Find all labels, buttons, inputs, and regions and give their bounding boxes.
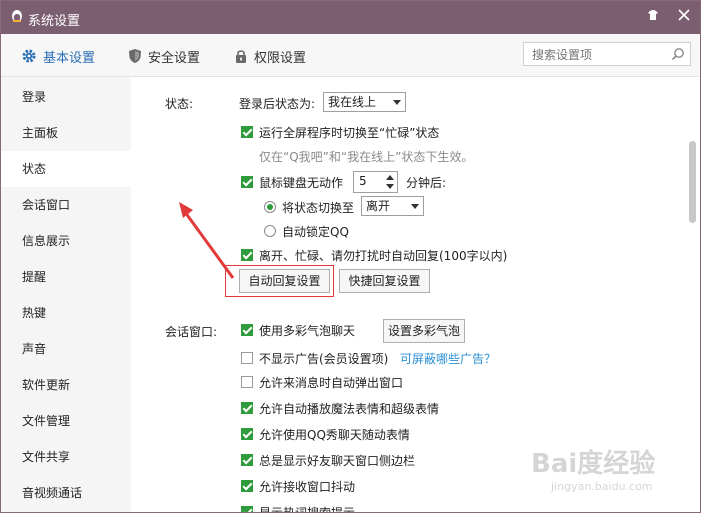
option-label: 允许接收窗口抖动: [259, 480, 356, 494]
tab-security-settings[interactable]: 安全设置: [128, 46, 200, 66]
skin-icon[interactable]: [643, 8, 663, 26]
sidebar-item-main-panel[interactable]: 主面板: [1, 115, 131, 151]
option-label: 使用多彩气泡聊天: [259, 324, 356, 338]
blockable-ads-link[interactable]: 可屏蔽哪些广告？: [400, 350, 496, 367]
highlight-box: [225, 265, 334, 297]
option-checkbox[interactable]: [241, 402, 253, 414]
content-scrollbar[interactable]: [686, 77, 700, 512]
bubble-settings-button[interactable]: 设置多彩气泡: [383, 319, 465, 343]
watermark: Bai度经验 jingyan.baidu.com: [531, 443, 655, 493]
idle-prefix-label: 鼠标键盘无动作: [259, 176, 344, 190]
switch-status-radio[interactable]: [264, 201, 276, 213]
sidebar-item-reminder[interactable]: 提醒: [1, 259, 131, 295]
login-status-select[interactable]: 我在线上: [323, 92, 406, 112]
sidebar-item-status[interactable]: 状态: [1, 151, 131, 187]
idle-minutes-value: 5: [359, 174, 367, 188]
quick-reply-settings-button[interactable]: 快捷回复设置: [339, 269, 430, 293]
option-checkbox[interactable]: [241, 428, 253, 440]
option-checkbox[interactable]: [241, 352, 253, 364]
sidebar-item-software-update[interactable]: 软件更新: [1, 367, 131, 403]
tab-permission-settings[interactable]: 权限设置: [234, 46, 306, 66]
watermark-logo: Bai度经验: [531, 449, 656, 479]
switch-status-value: 离开: [366, 199, 391, 213]
auto-reply-label: 离开、忙碌、请勿打扰时自动回复(100字以内): [259, 249, 508, 263]
auto-reply-checkbox[interactable]: [241, 249, 253, 261]
option-label: 显示热词搜索提示: [259, 506, 356, 513]
settings-sidebar: 登录 主面板 状态 会话窗口 信息展示 提醒 热键 声音 软件更新 文件管理 文…: [1, 77, 131, 512]
search-box[interactable]: [523, 42, 691, 66]
close-button[interactable]: [674, 8, 694, 26]
sidebar-item-info-display[interactable]: 信息展示: [1, 223, 131, 259]
scrollbar-thumb[interactable]: [689, 141, 696, 223]
fullscreen-busy-label: 运行全屏程序时切换至“忙碌”状态: [259, 126, 440, 140]
window-title: 系统设置: [28, 14, 81, 29]
search-input[interactable]: [530, 46, 664, 64]
tab-label: 权限设置: [254, 50, 307, 66]
chevron-down-icon: [411, 204, 419, 209]
status-section-label: 状态:: [165, 97, 194, 111]
tab-label: 安全设置: [148, 50, 201, 66]
option-checkbox[interactable]: [241, 454, 253, 466]
auto-lock-radio[interactable]: [264, 225, 276, 237]
close-icon: [678, 9, 690, 21]
stepper-up-icon[interactable]: [386, 175, 394, 180]
sidebar-item-hotkeys[interactable]: 热键: [1, 295, 131, 331]
title-bar: 系统设置: [1, 1, 700, 34]
tab-basic-settings[interactable]: 基本设置: [21, 46, 95, 66]
search-icon[interactable]: [671, 47, 685, 61]
idle-minutes-stepper[interactable]: 5: [353, 171, 398, 193]
idle-checkbox[interactable]: [241, 176, 253, 188]
sidebar-item-sound[interactable]: 声音: [1, 331, 131, 367]
sidebar-item-file-management[interactable]: 文件管理: [1, 403, 131, 439]
option-checkbox[interactable]: [241, 506, 253, 512]
lock-icon: [236, 50, 246, 63]
chat-section-label: 会话窗口:: [165, 325, 218, 339]
login-status-label: 登录后状态为:: [239, 97, 316, 111]
option-checkbox[interactable]: [241, 324, 253, 336]
sidebar-item-file-sharing[interactable]: 文件共享: [1, 439, 131, 475]
annotation-arrow-icon: [179, 202, 235, 279]
fullscreen-note: 仅在“Q我吧”和“我在线上”状态下生效。: [259, 150, 474, 164]
settings-window: 系统设置 基本设置 安全设置 权限设置 搜索设置项 登录 主面板 状态 会话窗口…: [0, 0, 701, 513]
option-checkbox[interactable]: [241, 480, 253, 492]
tab-label: 基本设置: [43, 50, 96, 66]
watermark-url: jingyan.baidu.com: [551, 480, 653, 493]
sidebar-item-chat-window[interactable]: 会话窗口: [1, 187, 131, 223]
sidebar-item-login[interactable]: 登录: [1, 79, 131, 115]
option-label: 允许使用QQ秀聊天随动表情: [259, 428, 410, 442]
switch-status-label: 将状态切换至: [282, 201, 355, 215]
option-label: 允许来消息时自动弹出窗口: [259, 376, 404, 390]
fullscreen-busy-checkbox[interactable]: [241, 126, 253, 138]
chevron-down-icon: [393, 100, 401, 105]
option-label: 不显示广告(会员设置项): [259, 352, 389, 366]
settings-tabs-bar: 基本设置 安全设置 权限设置: [1, 34, 700, 77]
stepper-down-icon[interactable]: [386, 184, 394, 189]
option-label: 允许自动播放魔法表情和超级表情: [259, 402, 440, 416]
idle-suffix-label: 分钟后:: [406, 176, 447, 190]
login-status-value: 我在线上: [328, 95, 377, 109]
shield-icon: [129, 49, 141, 63]
shirt-icon: [648, 10, 658, 20]
switch-status-select[interactable]: 离开: [361, 196, 424, 216]
sidebar-item-av-call[interactable]: 音视频通话: [1, 475, 131, 511]
gear-icon: [22, 49, 36, 63]
option-label: 总是显示好友聊天窗口侧边栏: [259, 454, 416, 468]
qq-logo-icon: [12, 10, 22, 22]
option-checkbox[interactable]: [241, 376, 253, 388]
auto-lock-label: 自动锁定QQ: [282, 225, 349, 239]
